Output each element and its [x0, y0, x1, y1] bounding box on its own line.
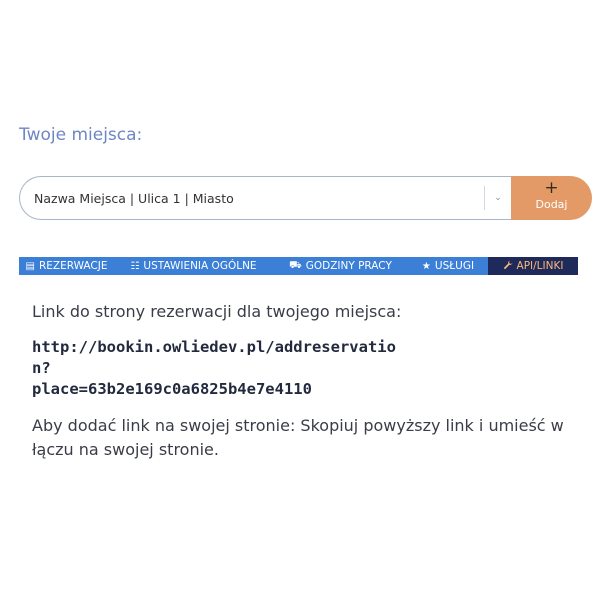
tab-api-linki[interactable]: API/LINKI: [488, 257, 578, 275]
tab-label: GODZINY PRACY: [305, 260, 392, 272]
chevron-down-icon[interactable]: ⌄: [485, 193, 511, 203]
plus-icon: +: [544, 178, 559, 198]
tab-godziny-pracy[interactable]: ⛟ GODZINY PRACY: [273, 257, 408, 275]
reservation-link-line1: http://bookin.owliedev.pl/addreservation…: [32, 338, 396, 377]
tab-ustawienia-ogolne[interactable]: ☷ USTAWIENIA OGÓLNE: [114, 257, 273, 275]
page-title: Twoje miejsca:: [19, 125, 143, 145]
reservation-link-line2: place=63b2e169c0a6825b4e7e4110: [32, 380, 312, 398]
lead-text: Link do strony rezerwacji dla twojego mi…: [32, 302, 402, 321]
tab-label: REZERWACJE: [38, 260, 108, 272]
place-select-value: Nazwa Miejsca | Ulica 1 | Miasto: [34, 190, 234, 206]
reservation-link[interactable]: http://bookin.owliedev.pl/addreservation…: [32, 337, 412, 400]
star-icon: ★: [421, 260, 431, 272]
document-icon: ▤: [25, 260, 35, 272]
clock-group-icon: ⛟: [289, 259, 302, 271]
wrench-icon: [503, 260, 513, 273]
add-place-button[interactable]: + Dodaj: [511, 176, 592, 220]
tab-uslugi[interactable]: ★ USŁUGI: [408, 257, 488, 275]
tab-bar: ▤ REZERWACJE ☷ USTAWIENIA OGÓLNE ⛟ GODZI…: [19, 257, 578, 275]
api-links-panel: Link do strony rezerwacji dla twojego mi…: [32, 302, 572, 462]
instruction-text: Aby dodać link na swojej stronie: Skopiu…: [32, 416, 564, 459]
tab-label: API/LINKI: [516, 260, 564, 272]
tab-label: USŁUGI: [434, 260, 475, 272]
tab-label: USTAWIENIA OGÓLNE: [143, 260, 257, 272]
list-settings-icon: ☷: [130, 260, 140, 272]
place-select[interactable]: Nazwa Miejsca | Ulica 1 | Miasto ⌄: [19, 176, 511, 220]
tab-rezerwacje[interactable]: ▤ REZERWACJE: [19, 257, 114, 275]
wrench-icon-svg: [503, 260, 512, 269]
add-button-label: Dodaj: [535, 198, 568, 211]
